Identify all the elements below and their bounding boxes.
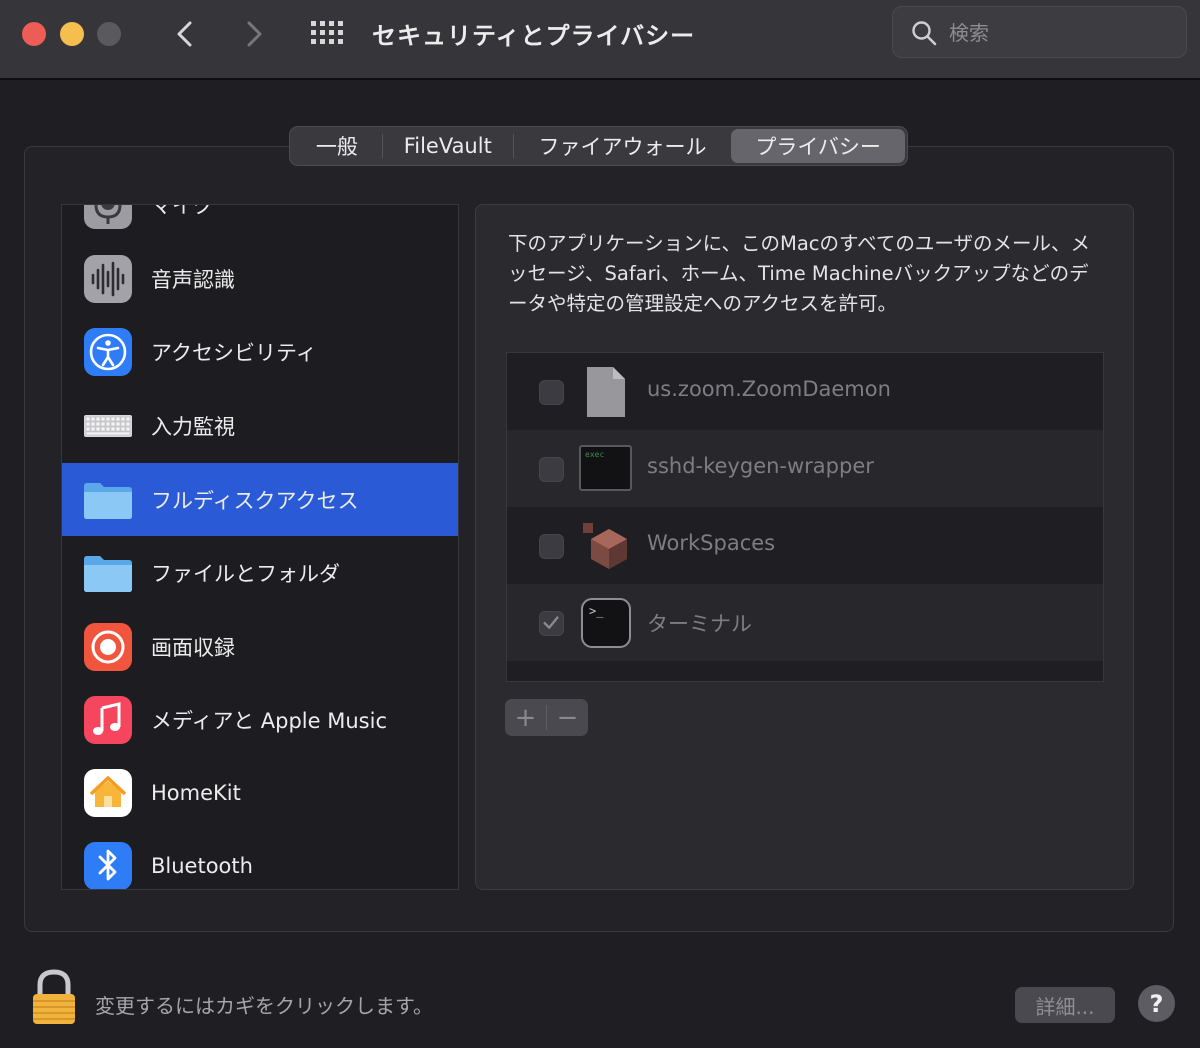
sidebar-item-accessibility[interactable]: アクセシビリティ <box>62 315 458 388</box>
app-checkbox[interactable] <box>539 534 564 559</box>
home-icon <box>84 768 132 817</box>
app-icon <box>579 673 633 682</box>
sidebar-item-label: 入力監視 <box>151 414 235 439</box>
app-name: ターミナル <box>647 612 752 636</box>
sidebar-item-label: 音声認識 <box>151 267 235 292</box>
app-name: WorkSpaces <box>647 531 776 555</box>
music-icon <box>84 695 132 744</box>
app-list[interactable]: us.zoom.ZoomDaemon exec sshd-keygen-wrap… <box>506 352 1104 682</box>
sidebar-item-media-apple-music[interactable]: メディアと Apple Music <box>62 683 458 756</box>
help-button[interactable]: ? <box>1138 985 1175 1022</box>
workspaces-icon <box>583 523 627 569</box>
forward-button[interactable] <box>234 14 274 54</box>
app-row[interactable]: exec sshd-keygen-wrapper <box>507 430 1103 507</box>
show-all-grid-icon[interactable] <box>309 18 345 48</box>
minimize-button[interactable] <box>60 22 84 46</box>
back-button[interactable] <box>166 14 206 54</box>
full-disk-access-pane: 下のアプリケーションに、このMacのすべてのユーザのメール、メッセージ、Safa… <box>475 204 1134 890</box>
sidebar-item-files-and-folders[interactable]: ファイルとフォルダ <box>62 536 458 609</box>
sidebar-item-label: メディアと Apple Music <box>151 708 387 733</box>
tab-general[interactable]: 一般 <box>292 129 382 163</box>
sidebar-item-label: アクセシビリティ <box>151 340 317 365</box>
app-checkbox-checked[interactable] <box>539 611 564 636</box>
privacy-category-list[interactable]: マイク 音声認識 アクセシビリティ 入力監視 フルディスクアクセス ファイルとフ… <box>61 204 459 890</box>
document-icon <box>587 367 625 417</box>
exec-icon: exec <box>579 445 632 491</box>
bluetooth-icon <box>84 841 132 889</box>
sidebar-item-screen-recording[interactable]: 画面収録 <box>62 610 458 683</box>
sidebar-item-label: ファイルとフォルダ <box>151 561 340 586</box>
terminal-icon: >_ <box>581 598 631 648</box>
sidebar-item-label: Bluetooth <box>151 853 253 878</box>
tab-filevault[interactable]: FileVault <box>383 129 513 163</box>
tab-privacy[interactable]: プライバシー <box>731 129 905 163</box>
sidebar-item-bluetooth[interactable]: Bluetooth <box>62 829 458 889</box>
microphone-icon <box>84 205 132 229</box>
add-button[interactable]: + <box>505 699 546 736</box>
add-remove-control: + − <box>505 699 588 736</box>
accessibility-icon <box>84 327 132 376</box>
search-field[interactable] <box>892 6 1187 58</box>
app-row[interactable]: >_ ターミナル <box>507 584 1103 661</box>
folder-icon <box>84 555 132 592</box>
sidebar-item-label: マイク <box>151 204 214 218</box>
sidebar-item-label: フルディスクアクセス <box>151 488 359 513</box>
app-row[interactable]: us.zoom.ZoomDaemon <box>507 353 1103 430</box>
tab-bar: 一般 FileVault ファイアウォール プライバシー <box>289 126 908 166</box>
window-title: セキュリティとプライバシー <box>372 22 696 50</box>
tab-firewall[interactable]: ファイアウォール <box>514 129 732 163</box>
keyboard-icon <box>84 414 132 437</box>
app-checkbox[interactable] <box>539 457 564 482</box>
waveform-icon <box>84 254 132 303</box>
close-button[interactable] <box>22 22 46 46</box>
screen-record-icon <box>84 622 132 671</box>
sidebar-item-speech-recognition[interactable]: 音声認識 <box>62 242 458 315</box>
title-bar: セキュリティとプライバシー <box>0 0 1200 80</box>
sidebar-item-label: 画面収録 <box>151 635 235 660</box>
sidebar-item-full-disk-access[interactable]: フルディスクアクセス <box>62 463 458 536</box>
chevron-right-icon <box>247 21 262 47</box>
sidebar-item-label: HomeKit <box>151 780 241 805</box>
remove-button[interactable]: − <box>547 699 588 736</box>
sidebar-item-microphone[interactable]: マイク <box>62 204 458 241</box>
app-name: us.zoom.ZoomDaemon <box>647 377 891 401</box>
sidebar-item-input-monitoring[interactable]: 入力監視 <box>62 389 458 462</box>
advanced-button[interactable]: 詳細... <box>1015 987 1115 1023</box>
exec-icon-label: exec <box>585 450 604 459</box>
app-checkbox[interactable] <box>539 380 564 405</box>
search-input[interactable] <box>949 17 1169 49</box>
checkmark-icon <box>543 616 559 629</box>
app-row[interactable] <box>507 661 1103 682</box>
lock-icon[interactable] <box>30 968 78 1026</box>
app-row[interactable]: WorkSpaces <box>507 507 1103 584</box>
chevron-left-icon <box>177 21 192 47</box>
folder-icon <box>84 482 132 519</box>
zoom-button[interactable] <box>97 22 121 46</box>
description-text: 下のアプリケーションに、このMacのすべてのユーザのメール、メッセージ、Safa… <box>508 232 1090 315</box>
sidebar-item-homekit[interactable]: HomeKit <box>62 756 458 829</box>
app-name: sshd-keygen-wrapper <box>647 454 874 478</box>
search-icon <box>912 21 937 46</box>
lock-message: 変更するにはカギをクリックします。 <box>95 994 433 1018</box>
terminal-icon-label: >_ <box>589 604 604 618</box>
